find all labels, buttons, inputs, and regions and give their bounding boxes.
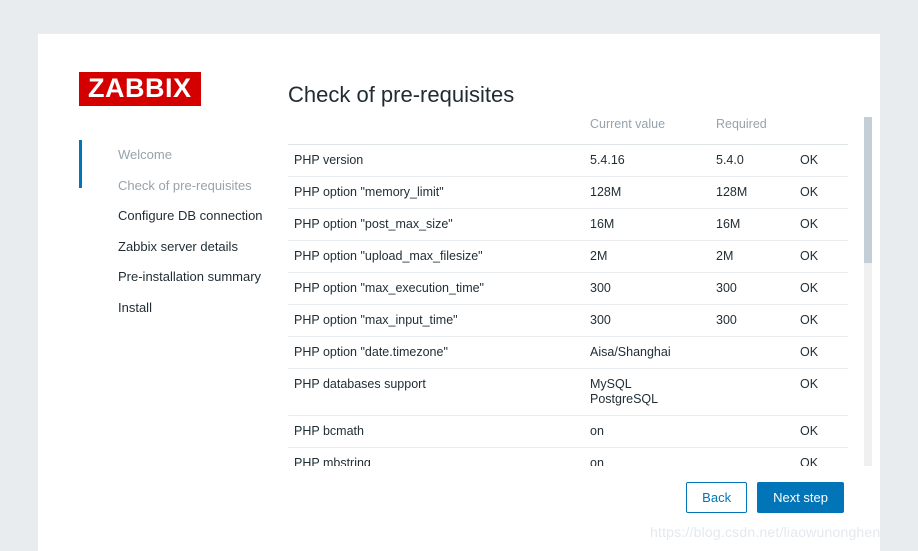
cell-current-value: on [590, 447, 716, 466]
cell-required-value: 300 [716, 272, 800, 305]
cell-requirement-name: PHP bcmath [288, 415, 590, 448]
cell-requirement-name: PHP option "date.timezone" [288, 336, 590, 369]
table-row: PHP option "upload_max_filesize" 2M 2M OK [288, 240, 848, 273]
cell-required-value: 2M [716, 240, 800, 273]
status-badge: OK [800, 144, 848, 177]
sidebar-item-label: Check of pre-requisites [118, 177, 252, 193]
setup-main-panel: Check of pre-requisites Current value Re… [250, 34, 880, 551]
cell-current-value: 5.4.16 [590, 144, 716, 177]
cell-current-value: Aisa/Shanghai [590, 336, 716, 369]
cell-current-value: on [590, 415, 716, 448]
cell-requirement-name: PHP option "max_input_time" [288, 304, 590, 337]
active-step-indicator [79, 140, 82, 188]
table-row: PHP databases support MySQL PostgreSQL OK [288, 368, 848, 416]
back-button[interactable]: Back [686, 482, 748, 513]
cell-current-value: MySQL PostgreSQL [590, 368, 716, 416]
status-badge: OK [800, 208, 848, 241]
status-badge: OK [800, 176, 848, 209]
table-row: PHP option "memory_limit" 128M 128M OK [288, 176, 848, 209]
sidebar-item-check-of-pre-requisites[interactable]: Check of pre-requisites [79, 171, 259, 202]
column-header-required: Required [716, 117, 800, 145]
status-badge: OK [800, 415, 848, 448]
status-badge: OK [800, 304, 848, 337]
sidebar-item-label: Pre-installation summary [118, 269, 262, 284]
status-badge: OK [800, 447, 848, 466]
sidebar-item-label: Zabbix server details [118, 238, 238, 254]
table-row: PHP option "post_max_size" 16M 16M OK [288, 208, 848, 241]
table-row: PHP option "max_input_time" 300 300 OK [288, 304, 848, 337]
setup-step-list: Welcome Check of pre-requisites Configur… [79, 140, 263, 324]
zabbix-logo-text: ZABBIX [88, 73, 192, 103]
cell-requirement-name: PHP option "memory_limit" [288, 176, 590, 209]
sidebar-item-label: Welcome [118, 147, 172, 162]
cell-required-value [716, 447, 800, 466]
cell-requirement-name: PHP option "max_execution_time" [288, 272, 590, 305]
table-row: PHP version 5.4.16 5.4.0 OK [288, 144, 848, 177]
column-header-current-value: Current value [590, 117, 716, 145]
cell-required-value [716, 368, 800, 416]
setup-wizard-card: ZABBIX Welcome Check of pre-requisites C… [38, 34, 880, 551]
table-row: PHP option "max_execution_time" 300 300 OK [288, 272, 848, 305]
table-scrollbar-thumb[interactable] [864, 117, 872, 263]
setup-sidebar: ZABBIX Welcome Check of pre-requisites C… [38, 34, 263, 551]
zabbix-logo: ZABBIX [79, 72, 201, 106]
sidebar-item-zabbix-server-details[interactable]: Zabbix server details [79, 232, 259, 263]
cell-current-value: 300 [590, 304, 716, 337]
cell-required-value: 300 [716, 304, 800, 337]
table-header-row: Current value Required [288, 117, 848, 145]
status-badge: OK [800, 368, 848, 416]
watermark-text: https://blog.csdn.net/liaowunonghen [650, 524, 881, 540]
column-header-name [288, 117, 590, 145]
table-row: PHP bcmath on OK [288, 415, 848, 448]
table-scrollbar[interactable] [864, 117, 872, 466]
cell-requirement-name: PHP databases support [288, 368, 590, 416]
cell-required-value [716, 415, 800, 448]
cell-requirement-name: PHP mbstring [288, 447, 590, 466]
status-badge: OK [800, 240, 848, 273]
status-badge: OK [800, 336, 848, 369]
sidebar-item-install[interactable]: Install [79, 293, 259, 324]
table-header: Current value Required [288, 117, 848, 145]
footer-actions: Back Next step [686, 482, 844, 513]
cell-required-value: 5.4.0 [716, 144, 800, 177]
cell-current-value: 300 [590, 272, 716, 305]
cell-required-value: 128M [716, 176, 800, 209]
page-title: Check of pre-requisites [288, 82, 515, 107]
next-step-button[interactable]: Next step [757, 482, 844, 513]
sidebar-item-label: Configure DB connection [118, 208, 263, 223]
cell-current-value: 16M [590, 208, 716, 241]
sidebar-item-welcome[interactable]: Welcome [79, 140, 259, 171]
sidebar-item-pre-installation-summary[interactable]: Pre-installation summary [79, 262, 262, 293]
cell-current-value: 128M [590, 176, 716, 209]
cell-requirement-name: PHP option "upload_max_filesize" [288, 240, 590, 273]
pre-requisites-scroll-area[interactable]: Current value Required PHP version 5.4.16… [288, 117, 859, 466]
sidebar-item-label: Install [118, 299, 152, 315]
table-row: PHP mbstring on OK [288, 447, 848, 466]
status-badge: OK [800, 272, 848, 305]
cell-required-value [716, 336, 800, 369]
sidebar-item-configure-db-connection[interactable]: Configure DB connection [79, 201, 263, 232]
cell-required-value: 16M [716, 208, 800, 241]
pre-requisites-table: Current value Required PHP version 5.4.16… [288, 117, 848, 466]
table-body: PHP version 5.4.16 5.4.0 OK PHP option "memo… [288, 144, 848, 466]
cell-requirement-name: PHP option "post_max_size" [288, 208, 590, 241]
column-header-status [800, 117, 848, 145]
table-row: PHP option "date.timezone" Aisa/Shanghai O… [288, 336, 848, 369]
cell-requirement-name: PHP version [288, 144, 590, 177]
cell-current-value: 2M [590, 240, 716, 273]
